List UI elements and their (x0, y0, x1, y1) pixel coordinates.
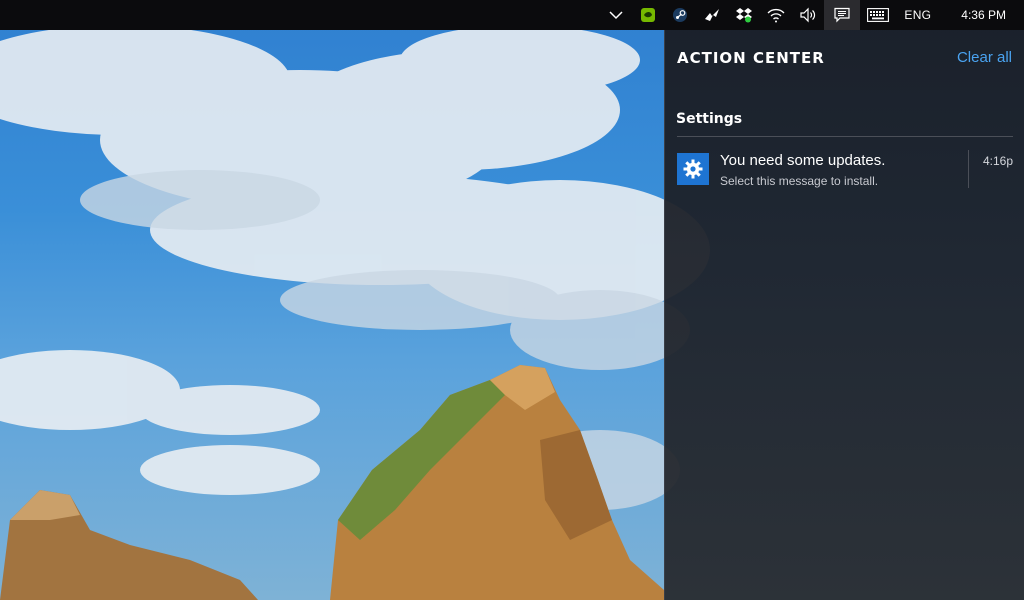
notification-subtitle: Select this message to install. (720, 174, 879, 188)
dropbox-tray-button[interactable] (728, 0, 760, 30)
volume-tray-button[interactable] (792, 0, 824, 30)
touch-keyboard-button[interactable] (860, 0, 896, 30)
nvidia-tray-button[interactable] (632, 0, 664, 30)
action-center-panel: ACTION CENTER Clear all Settings You nee… (664, 30, 1024, 600)
dropbox-icon (736, 8, 753, 23)
action-center-tray-button[interactable] (824, 0, 861, 30)
action-center-header: ACTION CENTER Clear all (677, 49, 1012, 69)
clock-time: 4:36 PM (961, 8, 1006, 22)
volume-icon (800, 7, 816, 23)
action-center-icon (834, 7, 850, 23)
clear-all-link[interactable]: Clear all (957, 49, 1012, 66)
notification-separator (968, 150, 969, 188)
clock-button[interactable]: 4:36 PM (945, 0, 1024, 30)
taskbar: ENG 4:36 PM (0, 0, 1024, 30)
chevron-down-icon (609, 11, 623, 20)
group-divider (677, 136, 1013, 137)
network-tray-button[interactable] (760, 0, 792, 30)
keyboard-icon (867, 8, 890, 22)
wifi-icon (767, 8, 785, 23)
notification-title: You need some updates. (720, 152, 886, 169)
steam-tray-button[interactable] (664, 0, 696, 30)
gear-icon (683, 159, 703, 179)
notification-time: 4:16p (982, 154, 1013, 168)
language-label: ENG (904, 8, 932, 22)
steam-icon (673, 8, 688, 22)
input-language-button[interactable]: ENG (896, 0, 945, 30)
notification-app-icon (677, 153, 709, 185)
notification-item[interactable]: You need some updates. Select this messa… (677, 150, 1013, 190)
notification-group-settings[interactable]: Settings (676, 111, 742, 127)
bird-app-tray-button[interactable] (696, 0, 728, 30)
system-tray: ENG 4:36 PM (600, 0, 1024, 30)
show-hidden-icons-button[interactable] (600, 0, 632, 30)
action-center-title: ACTION CENTER (677, 49, 825, 67)
nvidia-icon (641, 8, 656, 22)
bird-app-icon (705, 9, 720, 21)
